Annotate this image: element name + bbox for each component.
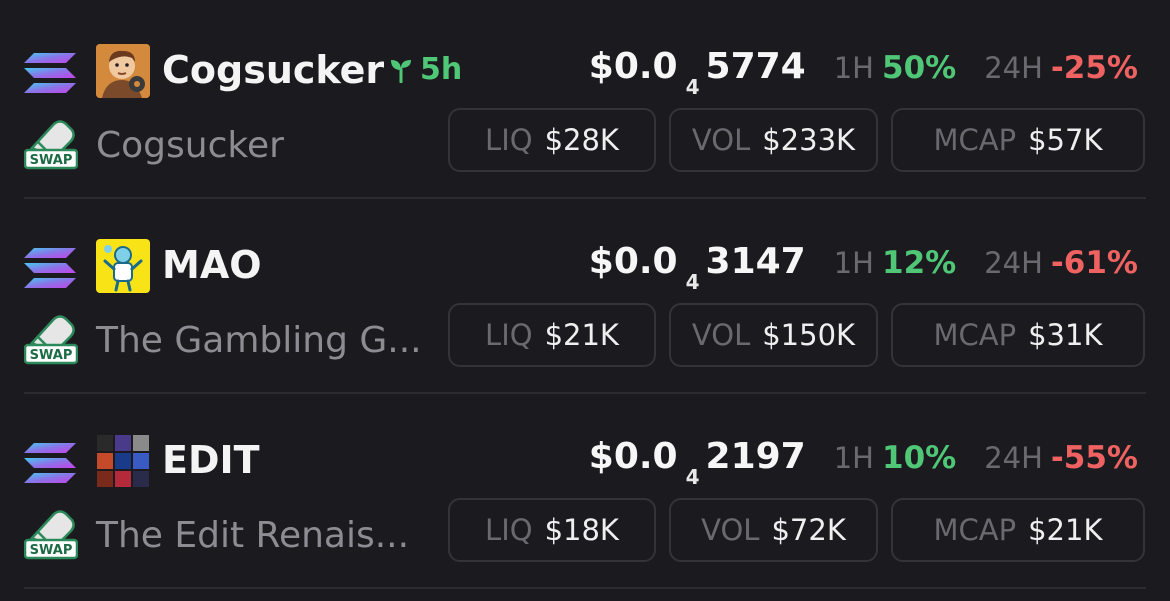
change-24h-value: -61% xyxy=(1050,245,1138,281)
market-cap-label: MCAP xyxy=(933,123,1017,157)
change-24h-value: -55% xyxy=(1050,440,1138,476)
liquidity-label: LIQ xyxy=(485,513,533,547)
volume-chip[interactable]: VOL $233K xyxy=(669,108,878,172)
token-row[interactable]: EDIT $0.0 4 2197 1H 10% 24H -55% SWAP Th… xyxy=(0,394,1170,589)
token-name: The Edit Renais... xyxy=(96,515,410,556)
token-avatar xyxy=(96,44,150,98)
liquidity-value: $28K xyxy=(544,123,619,157)
volume-label: VOL xyxy=(691,318,751,352)
liquidity-value: $21K xyxy=(544,318,619,352)
change-1h-label: 1H xyxy=(833,246,874,280)
token-row[interactable]: MAO $0.0 4 3147 1H 12% 24H -61% SWAP The… xyxy=(0,199,1170,394)
token-price: $0.0 4 2197 xyxy=(588,436,806,489)
change-24h-label: 24H xyxy=(984,441,1043,475)
price-digits: 2197 xyxy=(705,436,806,477)
solana-icon xyxy=(24,443,76,483)
token-name: Cogsucker xyxy=(96,125,284,166)
token-symbol: MAO xyxy=(162,243,262,287)
price-prefix: $0.0 xyxy=(588,436,678,477)
swap-badge-icon[interactable]: SWAP xyxy=(24,118,78,170)
token-avatar xyxy=(96,239,150,293)
swap-badge-icon[interactable]: SWAP xyxy=(24,313,78,365)
liquidity-value: $18K xyxy=(544,513,619,547)
market-cap-value: $21K xyxy=(1028,513,1103,547)
token-symbol: EDIT xyxy=(162,438,260,482)
change-1h-value: 10% xyxy=(882,440,957,476)
price-digits: 5774 xyxy=(705,46,806,87)
market-cap-label: MCAP xyxy=(933,318,1017,352)
market-cap-chip[interactable]: MCAP $21K xyxy=(891,498,1145,562)
volume-label: VOL xyxy=(701,513,760,547)
token-age-label: 5h xyxy=(420,52,463,87)
price-zero-count: 4 xyxy=(685,270,700,294)
token-symbol: Cogsucker xyxy=(162,48,385,92)
token-age: 5h xyxy=(388,50,462,90)
price-prefix: $0.0 xyxy=(588,46,678,87)
token-price: $0.0 4 3147 xyxy=(588,241,806,294)
liquidity-chip[interactable]: LIQ $21K xyxy=(448,303,656,367)
liquidity-label: LIQ xyxy=(485,123,533,157)
change-1h-label: 1H xyxy=(833,441,874,475)
token-row[interactable]: Cogsucker 5h $0.0 4 5774 1H 50% 24H -25%… xyxy=(0,4,1170,199)
volume-value: $72K xyxy=(771,513,846,547)
price-zero-count: 4 xyxy=(685,75,700,99)
swap-badge-label: SWAP xyxy=(30,348,73,363)
row-divider xyxy=(24,587,1146,589)
price-prefix: $0.0 xyxy=(588,241,678,282)
swap-badge-label: SWAP xyxy=(30,153,73,168)
market-cap-value: $31K xyxy=(1028,318,1103,352)
swap-badge-label: SWAP xyxy=(30,543,73,558)
volume-value: $233K xyxy=(762,123,856,157)
market-cap-label: MCAP xyxy=(933,513,1017,547)
price-digits: 3147 xyxy=(705,241,806,282)
sprout-icon xyxy=(391,60,411,83)
change-1h-label: 1H xyxy=(833,51,874,85)
market-cap-chip[interactable]: MCAP $57K xyxy=(891,108,1145,172)
liquidity-chip[interactable]: LIQ $28K xyxy=(448,108,656,172)
price-stats: $0.0 4 3147 1H 12% 24H -61% xyxy=(588,241,1138,294)
liquidity-chip[interactable]: LIQ $18K xyxy=(448,498,656,562)
change-1h-value: 50% xyxy=(882,50,957,86)
market-cap-chip[interactable]: MCAP $31K xyxy=(891,303,1145,367)
swap-badge-icon[interactable]: SWAP xyxy=(24,508,78,560)
token-price: $0.0 4 5774 xyxy=(588,46,806,99)
change-24h-label: 24H xyxy=(984,246,1043,280)
price-stats: $0.0 4 5774 1H 50% 24H -25% xyxy=(588,46,1138,99)
solana-icon xyxy=(24,53,76,93)
price-stats: $0.0 4 2197 1H 10% 24H -55% xyxy=(588,436,1138,489)
solana-icon xyxy=(24,248,76,288)
volume-label: VOL xyxy=(691,123,751,157)
volume-value: $150K xyxy=(762,318,856,352)
change-24h-value: -25% xyxy=(1050,50,1138,86)
liquidity-label: LIQ xyxy=(485,318,533,352)
token-avatar xyxy=(96,434,150,488)
change-1h-value: 12% xyxy=(882,245,957,281)
market-cap-value: $57K xyxy=(1028,123,1103,157)
volume-chip[interactable]: VOL $150K xyxy=(669,303,878,367)
volume-chip[interactable]: VOL $72K xyxy=(669,498,878,562)
token-name: The Gambling G... xyxy=(96,320,422,361)
price-zero-count: 4 xyxy=(685,465,700,489)
change-24h-label: 24H xyxy=(984,51,1043,85)
